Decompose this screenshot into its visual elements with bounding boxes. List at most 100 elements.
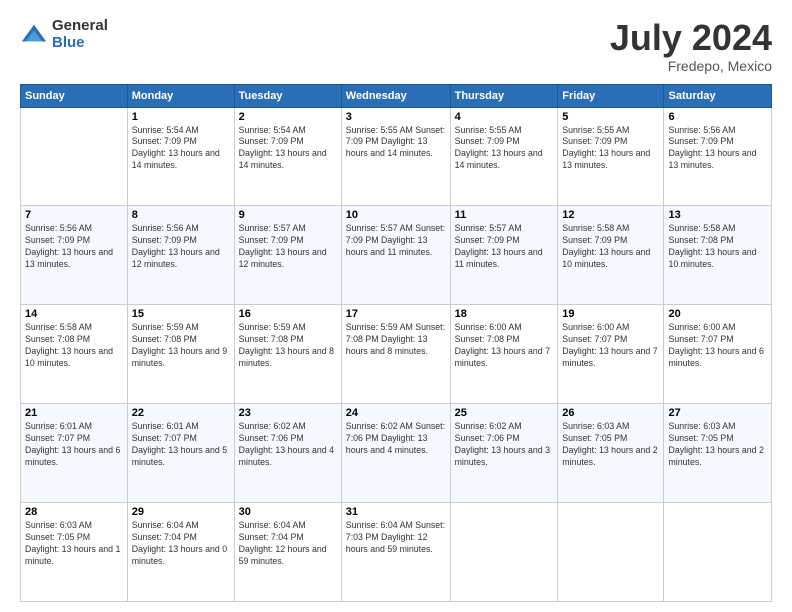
calendar-cell: 9 Sunrise: 5:57 AM Sunset: 7:09 PM Daylig… — [234, 206, 341, 305]
day-number: 26 — [562, 407, 659, 419]
day-info: Sunrise: 6:01 AM Sunset: 7:07 PM Dayligh… — [132, 421, 230, 469]
calendar-cell: 2 Sunrise: 5:54 AM Sunset: 7:09 PM Daylig… — [234, 107, 341, 206]
col-thursday: Thursday — [450, 84, 558, 107]
calendar-cell: 23 Sunrise: 6:02 AM Sunset: 7:06 PM Dayli… — [234, 404, 341, 503]
day-number: 3 — [346, 111, 446, 123]
day-number: 20 — [668, 308, 767, 320]
day-number: 23 — [239, 407, 337, 419]
calendar-cell — [558, 503, 664, 602]
col-tuesday: Tuesday — [234, 84, 341, 107]
day-number: 21 — [25, 407, 123, 419]
day-info: Sunrise: 5:58 AM Sunset: 7:08 PM Dayligh… — [25, 322, 123, 370]
calendar-cell: 21 Sunrise: 6:01 AM Sunset: 7:07 PM Dayli… — [21, 404, 128, 503]
day-info: Sunrise: 5:56 AM Sunset: 7:09 PM Dayligh… — [668, 125, 767, 173]
calendar-cell: 12 Sunrise: 5:58 AM Sunset: 7:09 PM Dayli… — [558, 206, 664, 305]
logo-text: General Blue — [52, 18, 108, 51]
day-number: 31 — [346, 506, 446, 518]
calendar-week-1: 1Sunrise: 5:54 AM Sunset: 7:09 PM Daylig… — [21, 107, 772, 206]
day-info: Sunrise: 5:59 AM Sunset: 7:08 PM Dayligh… — [239, 322, 337, 370]
day-info: Sunrise: 5:55 AM Sunset: 7:09 PM Dayligh… — [346, 125, 446, 161]
calendar-table: Sunday Monday Tuesday Wednesday Thursday… — [20, 84, 772, 602]
calendar-week-5: 28Sunrise: 6:03 AM Sunset: 7:05 PM Dayli… — [21, 503, 772, 602]
calendar-header-row: Sunday Monday Tuesday Wednesday Thursday… — [21, 84, 772, 107]
calendar-cell: 5 Sunrise: 5:55 AM Sunset: 7:09 PM Daylig… — [558, 107, 664, 206]
day-info: Sunrise: 5:54 AM Sunset: 7:09 PM Dayligh… — [239, 125, 337, 173]
calendar-cell: 27Sunrise: 6:03 AM Sunset: 7:05 PM Dayli… — [664, 404, 772, 503]
day-number: 11 — [455, 209, 554, 221]
calendar-cell: 11 Sunrise: 5:57 AM Sunset: 7:09 PM Dayli… — [450, 206, 558, 305]
day-number: 10 — [346, 209, 446, 221]
day-number: 12 — [562, 209, 659, 221]
calendar-cell: 15Sunrise: 5:59 AM Sunset: 7:08 PM Dayli… — [127, 305, 234, 404]
calendar-cell: 20 Sunrise: 6:00 AM Sunset: 7:07 PM Dayli… — [664, 305, 772, 404]
calendar-cell: 30Sunrise: 6:04 AM Sunset: 7:04 PM Dayli… — [234, 503, 341, 602]
day-info: Sunrise: 6:00 AM Sunset: 7:07 PM Dayligh… — [562, 322, 659, 370]
calendar-cell: 7Sunrise: 5:56 AM Sunset: 7:09 PM Daylig… — [21, 206, 128, 305]
calendar-cell: 24Sunrise: 6:02 AM Sunset: 7:06 PM Dayli… — [341, 404, 450, 503]
day-number: 2 — [239, 111, 337, 123]
day-number: 29 — [132, 506, 230, 518]
calendar-cell: 28Sunrise: 6:03 AM Sunset: 7:05 PM Dayli… — [21, 503, 128, 602]
calendar-cell: 1Sunrise: 5:54 AM Sunset: 7:09 PM Daylig… — [127, 107, 234, 206]
page: General Blue July 2024 Fredepo, Mexico S… — [0, 0, 792, 612]
calendar-cell — [21, 107, 128, 206]
day-number: 13 — [668, 209, 767, 221]
day-info: Sunrise: 6:04 AM Sunset: 7:04 PM Dayligh… — [132, 520, 230, 568]
day-info: Sunrise: 5:57 AM Sunset: 7:09 PM Dayligh… — [239, 223, 337, 271]
calendar-cell: 8 Sunrise: 5:56 AM Sunset: 7:09 PM Daylig… — [127, 206, 234, 305]
title-month: July 2024 — [610, 18, 772, 58]
calendar-cell: 18Sunrise: 6:00 AM Sunset: 7:08 PM Dayli… — [450, 305, 558, 404]
calendar-cell: 6 Sunrise: 5:56 AM Sunset: 7:09 PM Daylig… — [664, 107, 772, 206]
day-info: Sunrise: 6:02 AM Sunset: 7:06 PM Dayligh… — [239, 421, 337, 469]
calendar-cell: 22 Sunrise: 6:01 AM Sunset: 7:07 PM Dayli… — [127, 404, 234, 503]
day-info: Sunrise: 5:57 AM Sunset: 7:09 PM Dayligh… — [455, 223, 554, 271]
calendar-week-3: 14Sunrise: 5:58 AM Sunset: 7:08 PM Dayli… — [21, 305, 772, 404]
col-wednesday: Wednesday — [341, 84, 450, 107]
day-number: 18 — [455, 308, 554, 320]
logo-icon — [20, 21, 48, 49]
day-number: 5 — [562, 111, 659, 123]
calendar-cell: 17Sunrise: 5:59 AM Sunset: 7:08 PM Dayli… — [341, 305, 450, 404]
day-number: 19 — [562, 308, 659, 320]
day-info: Sunrise: 5:55 AM Sunset: 7:09 PM Dayligh… — [562, 125, 659, 173]
logo-general-text: General — [52, 18, 108, 35]
day-info: Sunrise: 5:58 AM Sunset: 7:09 PM Dayligh… — [562, 223, 659, 271]
day-info: Sunrise: 5:57 AM Sunset: 7:09 PM Dayligh… — [346, 223, 446, 259]
day-info: Sunrise: 5:56 AM Sunset: 7:09 PM Dayligh… — [25, 223, 123, 271]
calendar-cell: 10 Sunrise: 5:57 AM Sunset: 7:09 PM Dayli… — [341, 206, 450, 305]
day-info: Sunrise: 6:01 AM Sunset: 7:07 PM Dayligh… — [25, 421, 123, 469]
day-number: 27 — [668, 407, 767, 419]
logo: General Blue — [20, 18, 108, 51]
day-number: 8 — [132, 209, 230, 221]
calendar-cell — [664, 503, 772, 602]
col-friday: Friday — [558, 84, 664, 107]
calendar-cell: 31 Sunrise: 6:04 AM Sunset: 7:03 PM Dayli… — [341, 503, 450, 602]
calendar-cell: 16 Sunrise: 5:59 AM Sunset: 7:08 PM Dayli… — [234, 305, 341, 404]
day-info: Sunrise: 5:55 AM Sunset: 7:09 PM Dayligh… — [455, 125, 554, 173]
calendar-cell: 4Sunrise: 5:55 AM Sunset: 7:09 PM Daylig… — [450, 107, 558, 206]
day-info: Sunrise: 5:56 AM Sunset: 7:09 PM Dayligh… — [132, 223, 230, 271]
calendar-week-2: 7Sunrise: 5:56 AM Sunset: 7:09 PM Daylig… — [21, 206, 772, 305]
day-info: Sunrise: 6:00 AM Sunset: 7:07 PM Dayligh… — [668, 322, 767, 370]
day-info: Sunrise: 5:58 AM Sunset: 7:08 PM Dayligh… — [668, 223, 767, 271]
day-number: 25 — [455, 407, 554, 419]
day-info: Sunrise: 6:02 AM Sunset: 7:06 PM Dayligh… — [455, 421, 554, 469]
calendar-cell — [450, 503, 558, 602]
calendar-cell: 25 Sunrise: 6:02 AM Sunset: 7:06 PM Dayli… — [450, 404, 558, 503]
calendar-cell: 14Sunrise: 5:58 AM Sunset: 7:08 PM Dayli… — [21, 305, 128, 404]
day-number: 24 — [346, 407, 446, 419]
day-info: Sunrise: 5:54 AM Sunset: 7:09 PM Dayligh… — [132, 125, 230, 173]
day-info: Sunrise: 6:03 AM Sunset: 7:05 PM Dayligh… — [25, 520, 123, 568]
day-number: 6 — [668, 111, 767, 123]
header: General Blue July 2024 Fredepo, Mexico — [20, 18, 772, 74]
day-info: Sunrise: 6:04 AM Sunset: 7:03 PM Dayligh… — [346, 520, 446, 556]
day-number: 16 — [239, 308, 337, 320]
calendar-cell: 19 Sunrise: 6:00 AM Sunset: 7:07 PM Dayli… — [558, 305, 664, 404]
day-info: Sunrise: 6:04 AM Sunset: 7:04 PM Dayligh… — [239, 520, 337, 568]
calendar-cell: 26 Sunrise: 6:03 AM Sunset: 7:05 PM Dayli… — [558, 404, 664, 503]
day-info: Sunrise: 6:03 AM Sunset: 7:05 PM Dayligh… — [562, 421, 659, 469]
day-number: 9 — [239, 209, 337, 221]
day-number: 22 — [132, 407, 230, 419]
calendar-cell: 29 Sunrise: 6:04 AM Sunset: 7:04 PM Dayli… — [127, 503, 234, 602]
day-info: Sunrise: 5:59 AM Sunset: 7:08 PM Dayligh… — [132, 322, 230, 370]
